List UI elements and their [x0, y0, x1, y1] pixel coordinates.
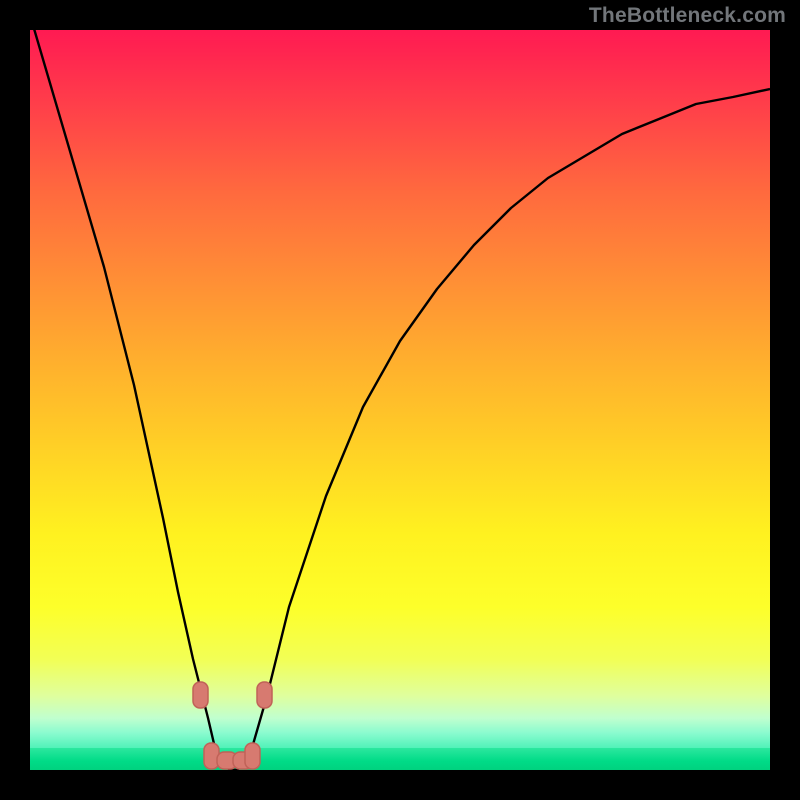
marker [204, 743, 219, 769]
bottleneck-curve [30, 30, 770, 770]
marker [245, 743, 260, 769]
curve-markers [193, 682, 272, 769]
curve-layer [30, 30, 770, 770]
chart-frame: TheBottleneck.com [0, 0, 800, 800]
watermark-text: TheBottleneck.com [589, 4, 786, 28]
marker [257, 682, 272, 708]
marker [193, 682, 208, 708]
plot-area [30, 30, 770, 770]
